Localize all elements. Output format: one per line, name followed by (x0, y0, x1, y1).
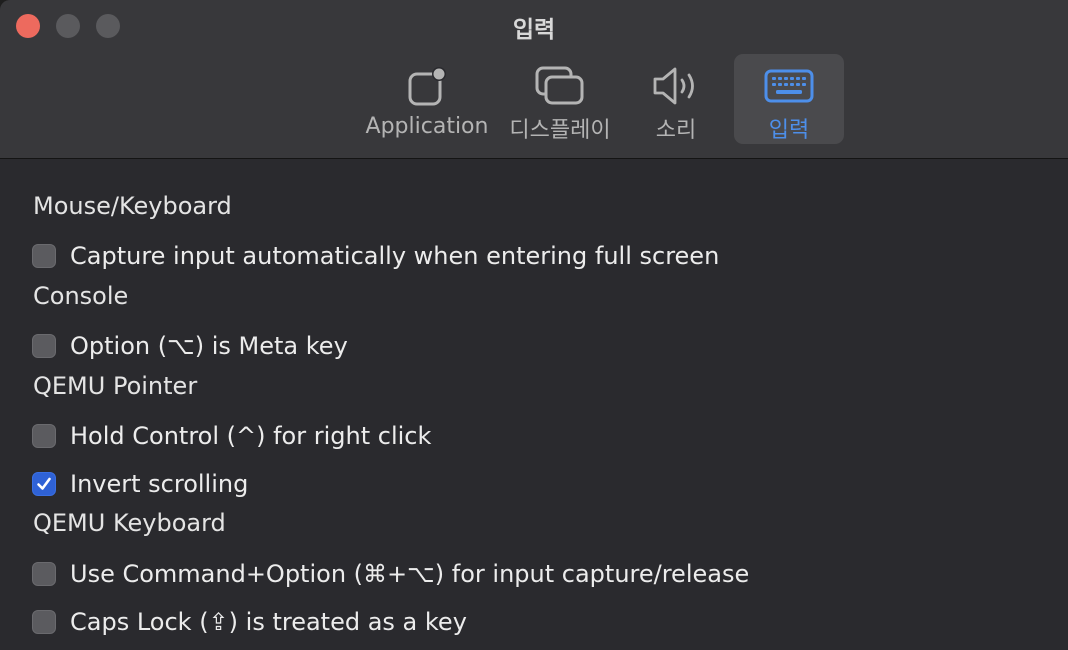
option-label: Option (⌥) is Meta key (70, 332, 348, 360)
toolbar: 입력 Application 디스플레이 소리 입력 (0, 0, 1068, 159)
tab-sound[interactable]: 소리 (626, 54, 726, 144)
option-label: Capture input automatically when enterin… (70, 242, 720, 270)
preference-tabs: Application 디스플레이 소리 입력 (0, 54, 1068, 144)
checkbox[interactable] (32, 334, 56, 358)
checkbox[interactable] (32, 424, 56, 448)
option-capture-fullscreen[interactable]: Capture input automatically when enterin… (32, 242, 719, 270)
option-label: Use Command+Option (⌘+⌥) for input captu… (70, 560, 750, 588)
tab-application[interactable]: Application (362, 54, 492, 144)
tab-input[interactable]: 입력 (734, 54, 844, 144)
option-caps-lock-key[interactable]: Caps Lock (⇪) is treated as a key (32, 608, 467, 636)
window-title: 입력 (512, 17, 556, 43)
option-label: Caps Lock (⇪) is treated as a key (70, 608, 467, 636)
checkbox[interactable] (32, 244, 56, 268)
application-icon (405, 64, 449, 110)
section-title-qemu-keyboard: QEMU Keyboard (33, 509, 226, 537)
checkmark-icon (37, 477, 51, 490)
preferences-window: 입력 Application 디스플레이 소리 입력 Mouse/Keyboar… (0, 0, 1068, 650)
option-label: Invert scrolling (70, 470, 249, 498)
option-invert-scrolling[interactable]: Invert scrolling (32, 470, 248, 498)
tab-display[interactable]: 디스플레이 (500, 54, 620, 144)
keyboard-icon (763, 64, 815, 108)
display-icon (534, 64, 586, 108)
tab-label: 입력 (768, 118, 810, 143)
section-title-mouse-keyboard: Mouse/Keyboard (33, 192, 232, 220)
checkbox-checked[interactable] (32, 472, 56, 496)
option-label: Hold Control (^) for right click (70, 422, 432, 450)
speaker-icon (651, 64, 701, 108)
tab-label: 디스플레이 (509, 118, 611, 143)
option-command-option-capture[interactable]: Use Command+Option (⌘+⌥) for input captu… (32, 560, 749, 588)
tab-label: Application (365, 114, 489, 139)
option-meta-key[interactable]: Option (⌥) is Meta key (32, 332, 348, 360)
section-title-console: Console (33, 282, 129, 310)
section-title-qemu-pointer: QEMU Pointer (33, 372, 198, 400)
checkbox[interactable] (32, 610, 56, 634)
input-settings-panel: Mouse/Keyboard Capture input automatical… (0, 159, 1068, 650)
option-control-right-click[interactable]: Hold Control (^) for right click (32, 422, 431, 450)
checkbox[interactable] (32, 562, 56, 586)
tab-label: 소리 (655, 118, 697, 143)
